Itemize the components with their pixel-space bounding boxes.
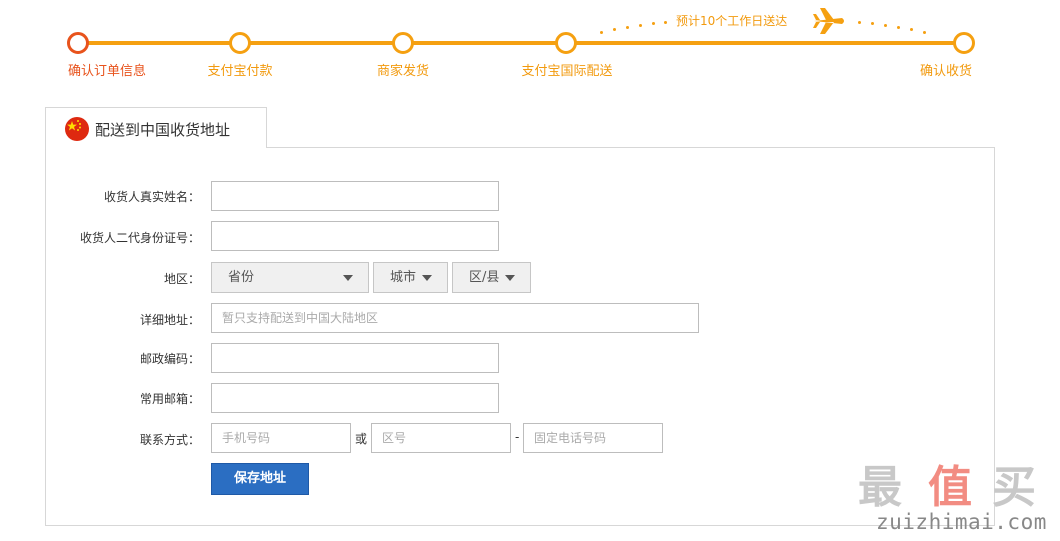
district-select[interactable]: 区/县 <box>452 262 531 293</box>
or-separator: 或 <box>355 432 368 446</box>
name-label: 收货人真实姓名： <box>103 190 200 204</box>
step-1-node <box>67 32 89 54</box>
postcode-input[interactable] <box>211 343 499 373</box>
city-select[interactable]: 城市 <box>373 262 448 293</box>
step-2-label: 支付宝付款 <box>207 64 273 79</box>
province-select[interactable]: 省份 <box>211 262 369 293</box>
step-5-node <box>953 32 975 54</box>
chevron-down-icon <box>343 275 353 281</box>
progress-track-shipping <box>566 41 964 45</box>
name-input[interactable] <box>211 181 499 211</box>
tab-title: 配送到中国收货地址 <box>95 121 231 139</box>
email-label: 常用邮箱： <box>139 392 200 406</box>
chevron-down-icon <box>422 275 432 281</box>
step-3-node <box>392 32 414 54</box>
mobile-input[interactable]: 手机号码 <box>211 423 351 453</box>
watermark-char-3: 买 <box>992 462 1036 513</box>
id-number-input[interactable] <box>211 221 499 251</box>
delivery-estimate: 预计10个工作日送达 <box>676 14 788 28</box>
postcode-label: 邮政编码： <box>139 352 200 366</box>
step-4-label: 支付宝国际配送 <box>521 64 613 79</box>
watermark-char-1: 最 <box>858 462 902 513</box>
step-4-node <box>555 32 577 54</box>
address-label: 详细地址： <box>139 313 200 327</box>
airplane-icon <box>813 8 844 34</box>
progress-track <box>78 41 566 45</box>
step-3-label: 商家发货 <box>376 64 430 79</box>
step-5-label: 确认收货 <box>919 64 973 79</box>
district-value: 区/县 <box>469 270 500 285</box>
watermark-char-2: 值 <box>928 462 972 513</box>
contact-label: 联系方式： <box>139 433 200 447</box>
site-watermark: 最 值 买 zuizhimai.com <box>852 462 1046 540</box>
email-input[interactable] <box>211 383 499 413</box>
dash-separator: - <box>515 430 520 444</box>
tab-china-address[interactable]: 配送到中国收货地址 <box>45 107 267 148</box>
address-input[interactable]: 暂只支持配送到中国大陆地区 <box>211 303 699 333</box>
region-label: 地区： <box>163 272 200 286</box>
watermark-url: zuizhimai.com <box>876 510 1047 534</box>
save-address-button[interactable]: 保存地址 <box>211 463 309 495</box>
chevron-down-icon <box>505 275 515 281</box>
landline-input[interactable]: 固定电话号码 <box>523 423 663 453</box>
city-value: 城市 <box>390 270 417 285</box>
order-progress: 确认订单信息 支付宝付款 商家发货 支付宝国际配送 确认收货 预计10个工作日送… <box>0 0 1060 90</box>
id-number-label: 收货人二代身份证号： <box>79 231 200 245</box>
china-flag-icon <box>65 117 89 141</box>
province-value: 省份 <box>228 270 255 285</box>
area-code-input[interactable]: 区号 <box>371 423 511 453</box>
step-1-label: 确认订单信息 <box>67 64 147 79</box>
step-2-node <box>229 32 251 54</box>
